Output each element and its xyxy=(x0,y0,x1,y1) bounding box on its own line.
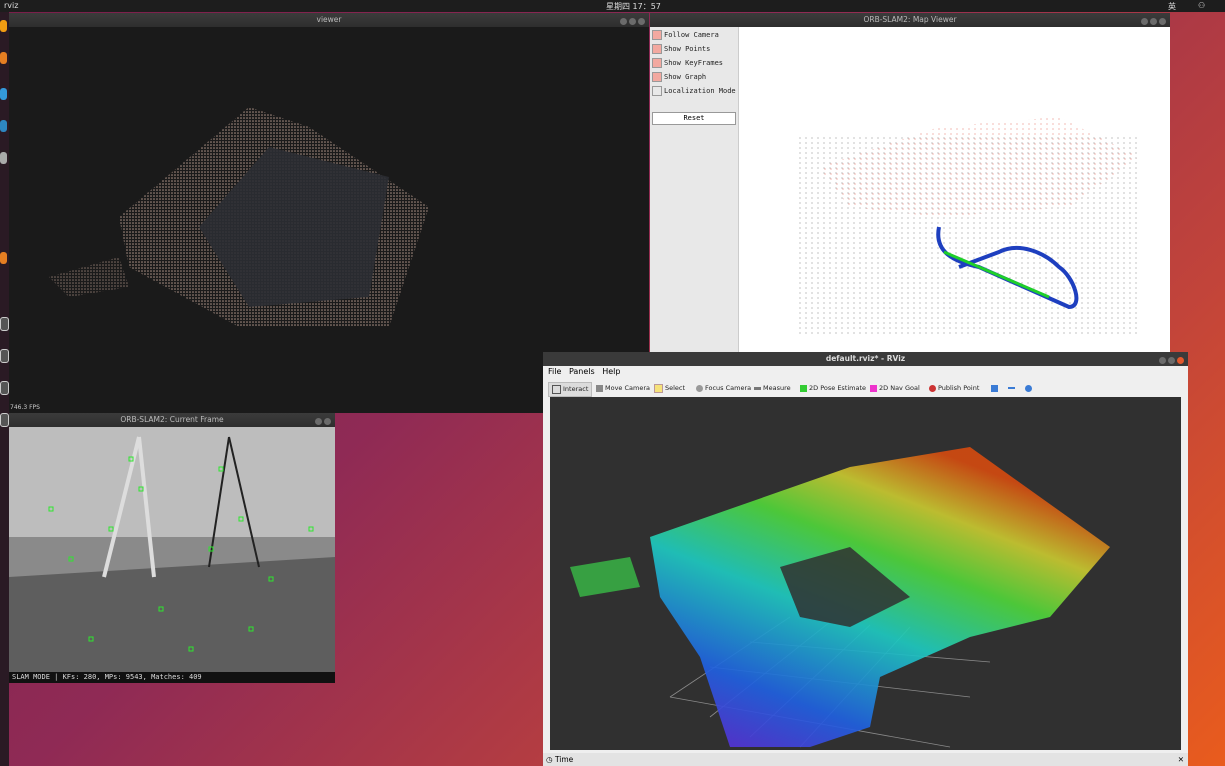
measure-tool[interactable]: Measure xyxy=(751,382,794,395)
eye-icon xyxy=(1025,384,1032,392)
map-view[interactable] xyxy=(739,27,1170,353)
clock[interactable]: 星期四 17：57 xyxy=(606,1,661,12)
select-tool[interactable]: Select xyxy=(651,382,688,395)
menu-panels[interactable]: Panels xyxy=(569,367,595,376)
minimize-icon[interactable] xyxy=(1159,357,1166,364)
network-icon[interactable]: ⚇ xyxy=(1198,1,1205,10)
terminal-icon[interactable] xyxy=(0,349,9,363)
app-icon[interactable] xyxy=(0,252,7,264)
minimize-icon[interactable] xyxy=(1141,18,1148,25)
focus-camera-tool[interactable]: Focus Camera xyxy=(693,382,754,395)
select-icon xyxy=(654,383,663,393)
show-graph-checkbox[interactable]: Show Graph xyxy=(652,72,706,82)
hand-icon xyxy=(552,384,561,394)
close-icon[interactable] xyxy=(324,418,331,425)
close-icon[interactable] xyxy=(1159,18,1166,25)
move-camera-tool[interactable]: Move Camera xyxy=(593,382,653,395)
rviz-titlebar[interactable]: default.rviz* - RViz xyxy=(543,352,1188,366)
pink-arrow-icon xyxy=(870,384,877,392)
reset-button[interactable]: Reset xyxy=(652,112,736,125)
dock xyxy=(0,12,9,766)
slam-status: SLAM MODE | KFs: 280, MPs: 9543, Matches… xyxy=(9,672,335,683)
menu-bar: File Panels Help xyxy=(543,366,1188,378)
localization-mode-checkbox[interactable]: Localization Mode xyxy=(652,86,736,96)
minimize-icon[interactable] xyxy=(315,418,322,425)
firefox-icon[interactable] xyxy=(0,20,7,32)
input-method[interactable]: 英 xyxy=(1168,1,1176,12)
window-title: default.rviz* - RViz xyxy=(825,354,906,363)
menu-file[interactable]: File xyxy=(548,367,561,376)
top-bar: rviz 星期四 17：57 英 ⚇ xyxy=(0,0,1225,12)
app-menu[interactable]: rviz xyxy=(4,1,18,10)
remove-tool-button[interactable] xyxy=(1005,382,1020,395)
pin-icon xyxy=(929,384,936,392)
terminal-icon[interactable] xyxy=(0,317,9,331)
window-title: ORB-SLAM2: Current Frame xyxy=(120,415,224,424)
time-label: Time xyxy=(554,755,574,764)
close-icon[interactable] xyxy=(638,18,645,25)
show-points-checkbox[interactable]: Show Points xyxy=(652,44,710,54)
map-viewer-titlebar[interactable]: ORB-SLAM2: Map Viewer xyxy=(650,13,1170,27)
maximize-icon[interactable] xyxy=(629,18,636,25)
menu-help[interactable]: Help xyxy=(602,367,620,376)
window-title: viewer xyxy=(316,15,342,24)
ruler-icon xyxy=(754,386,761,390)
clock-icon: ◷ xyxy=(546,755,553,764)
rviz-3d-view[interactable] xyxy=(550,397,1181,750)
camera-frame xyxy=(9,427,335,672)
current-frame-titlebar[interactable]: ORB-SLAM2: Current Frame xyxy=(9,413,335,427)
move-icon xyxy=(596,384,603,392)
close-icon[interactable]: ✕ xyxy=(1178,753,1184,766)
follow-camera-checkbox[interactable]: Follow Camera xyxy=(652,30,719,40)
view-button[interactable] xyxy=(1022,382,1037,395)
toolbar: Interact Move Camera Select Focus Camera… xyxy=(543,379,1188,397)
maximize-icon[interactable] xyxy=(1150,18,1157,25)
terminal-icon[interactable] xyxy=(0,381,9,395)
rviz-window: default.rviz* - RViz File Panels Help In… xyxy=(543,352,1188,766)
publish-point-tool[interactable]: Publish Point xyxy=(926,382,982,395)
pose-estimate-tool[interactable]: 2D Pose Estimate xyxy=(797,382,869,395)
viewer-titlebar[interactable]: viewer xyxy=(9,13,649,27)
fps-label: 746.3 FPS xyxy=(10,404,40,411)
add-tool-button[interactable] xyxy=(988,382,1003,395)
minus-icon xyxy=(1008,387,1015,389)
focus-icon xyxy=(696,384,703,392)
map-viewer-panel: Follow Camera Show Points Show KeyFrames… xyxy=(650,27,739,353)
files-icon[interactable] xyxy=(0,52,7,64)
current-frame-window: ORB-SLAM2: Current Frame SLAM MODE | KFs… xyxy=(9,413,335,683)
window-title: ORB-SLAM2: Map Viewer xyxy=(863,15,957,24)
interact-tool[interactable]: Interact xyxy=(548,382,593,397)
plus-icon xyxy=(991,384,998,392)
minimize-icon[interactable] xyxy=(620,18,627,25)
app-icon[interactable] xyxy=(0,152,7,164)
app-icon[interactable] xyxy=(0,120,7,132)
show-keyframes-checkbox[interactable]: Show KeyFrames xyxy=(652,58,723,68)
app-icon[interactable] xyxy=(0,88,7,100)
maximize-icon[interactable] xyxy=(1168,357,1175,364)
green-arrow-icon xyxy=(800,384,807,392)
terminal-icon[interactable] xyxy=(0,413,9,427)
close-icon[interactable] xyxy=(1177,357,1184,364)
nav-goal-tool[interactable]: 2D Nav Goal xyxy=(867,382,923,395)
time-panel[interactable]: ◷ Time ✕ xyxy=(543,753,1188,766)
map-viewer-window: ORB-SLAM2: Map Viewer Follow Camera Show… xyxy=(650,13,1170,353)
